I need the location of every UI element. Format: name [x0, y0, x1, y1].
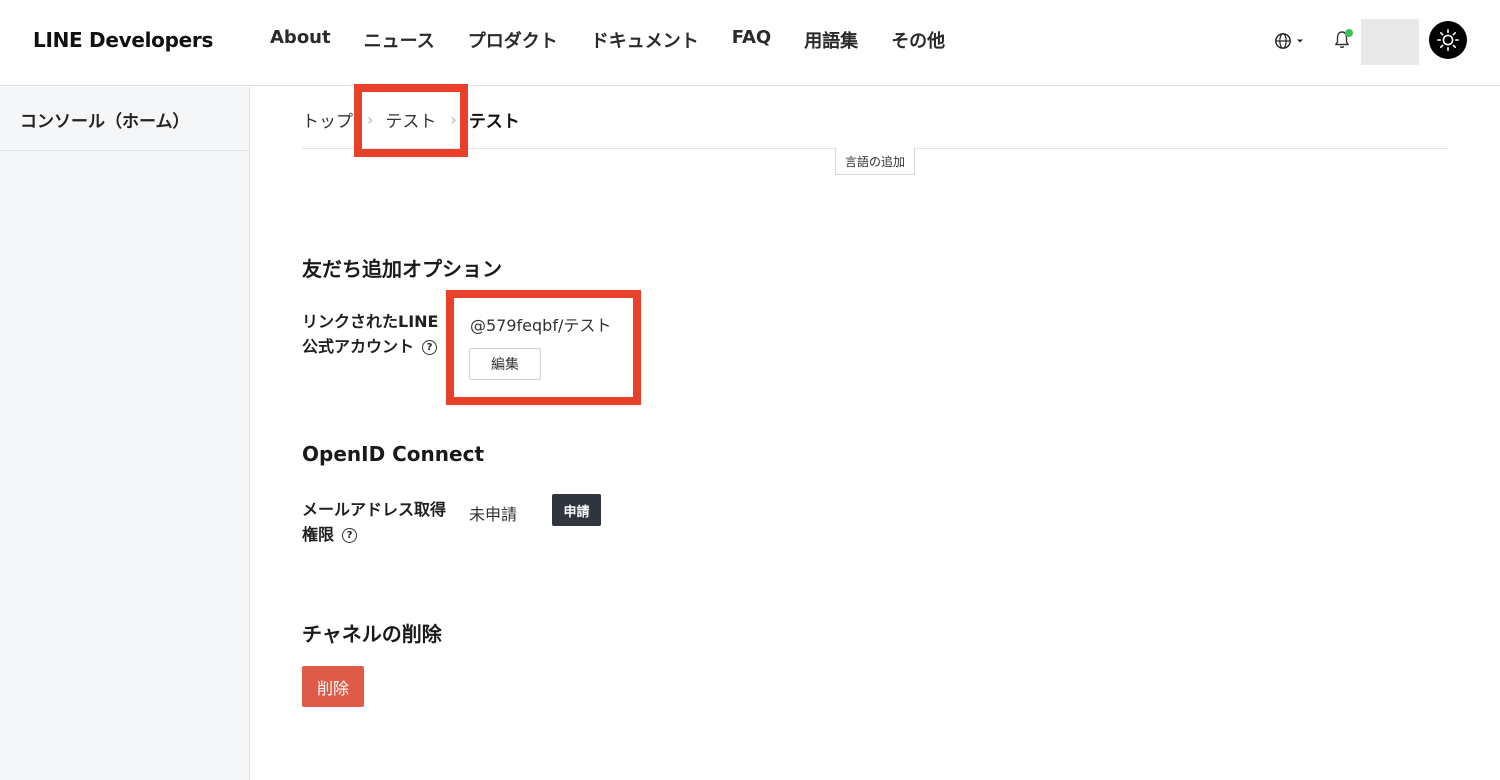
breadcrumb: トップ › テスト › テスト	[302, 107, 520, 132]
email-permission-status: 未申請	[469, 505, 518, 524]
linked-account-value: @579feqbf/テスト	[470, 316, 612, 335]
breadcrumb-provider[interactable]: テスト	[385, 107, 436, 132]
friend-option-title: 友だち追加オプション	[302, 257, 502, 281]
theme-toggle-button[interactable]	[1429, 21, 1467, 59]
linked-account-label-line1: リンクされたLINE	[302, 312, 439, 331]
email-permission-label-line2-wrap: 権限?	[302, 522, 446, 547]
apply-email-permission-button[interactable]: 申請	[552, 494, 601, 526]
brand-logo[interactable]: LINE Developers	[33, 28, 213, 52]
nav-about[interactable]: About	[270, 27, 331, 53]
email-permission-label-line1: メールアドレス取得	[302, 500, 447, 519]
help-icon[interactable]: ?	[342, 528, 358, 543]
linked-account-label-line2: 公式アカウント	[302, 337, 415, 356]
sun-icon	[1436, 28, 1460, 52]
avatar[interactable]	[1361, 19, 1419, 65]
globe-icon	[1275, 33, 1291, 49]
sidebar-item-console-home[interactable]: コンソール（ホーム）	[0, 87, 249, 151]
notification-dot	[1345, 29, 1353, 37]
edit-linked-account-button[interactable]: 編集	[469, 348, 541, 380]
email-permission-label-line2: 権限	[302, 525, 335, 544]
breadcrumb-top[interactable]: トップ	[302, 107, 353, 132]
breadcrumb-channel: テスト	[468, 112, 520, 132]
delete-channel-button[interactable]: 削除	[302, 666, 364, 707]
top-header: LINE Developers About ニュース プロダクト ドキュメント …	[0, 0, 1500, 86]
nav-faq[interactable]: FAQ	[732, 27, 771, 53]
nav-more[interactable]: その他	[891, 27, 945, 53]
sidebar: コンソール（ホーム）	[0, 87, 250, 780]
nav-products[interactable]: プロダクト	[468, 27, 558, 53]
email-permission-label: メールアドレス取得 権限?	[302, 497, 446, 547]
caret-down-icon	[1297, 39, 1303, 43]
nav-glossary[interactable]: 用語集	[804, 27, 858, 53]
linked-account-label-line2-wrap: 公式アカウント?	[302, 334, 438, 359]
help-icon[interactable]: ?	[422, 340, 438, 355]
breadcrumb-separator: ›	[367, 110, 374, 129]
nav-documents[interactable]: ドキュメント	[591, 27, 699, 53]
linked-account-label: リンクされたLINE 公式アカウント?	[302, 309, 438, 359]
main-nav: About ニュース プロダクト ドキュメント FAQ 用語集 その他	[270, 27, 978, 53]
breadcrumb-separator: ›	[450, 110, 457, 129]
delete-channel-title: チャネルの削除	[302, 622, 442, 646]
openid-title: OpenID Connect	[302, 442, 485, 466]
add-language-button[interactable]: 言語の追加	[835, 148, 915, 175]
nav-news[interactable]: ニュース	[364, 27, 435, 53]
language-selector[interactable]	[1274, 31, 1308, 51]
notification-button[interactable]	[1333, 29, 1353, 52]
